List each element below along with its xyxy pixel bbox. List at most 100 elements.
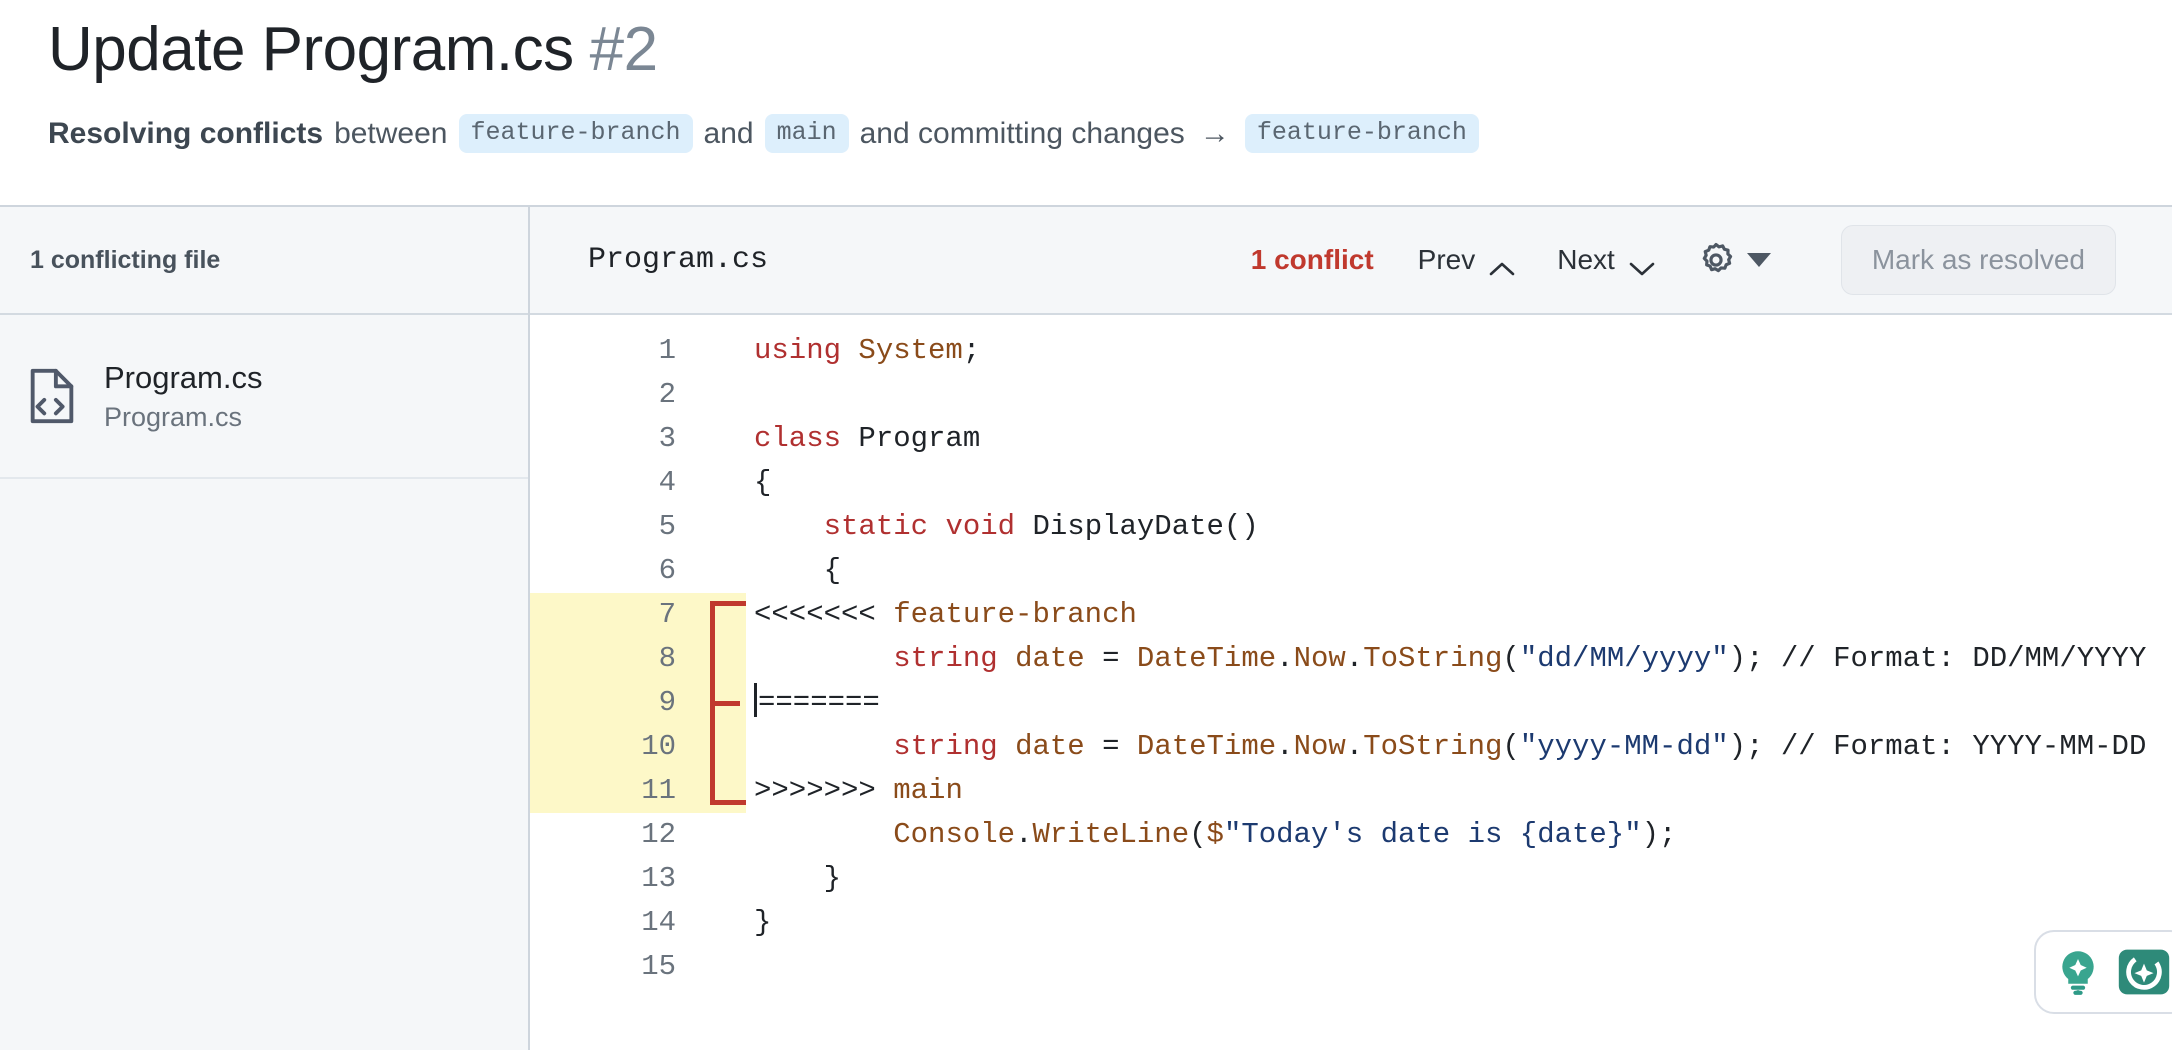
line-number: 10 [530, 725, 700, 769]
file-path-label: Program.cs [104, 401, 243, 432]
subtitle-strong-label: Resolving conflicts [48, 116, 324, 150]
code-line[interactable]: 3 class Program [530, 417, 2172, 461]
code-line-text[interactable]: } [746, 857, 2172, 901]
conflicting-file-count: 1 conflicting file [30, 245, 221, 274]
conflicting-files-sidebar: 1 conflicting file Program.cs Program.cs [0, 207, 530, 1050]
editor-toolbar: Program.cs 1 conflict Prev Next Mark as … [530, 207, 2172, 315]
lightbulb-sparkle-icon[interactable] [2052, 946, 2104, 998]
line-number: 2 [658, 378, 676, 411]
code-line[interactable]: 13 } [530, 857, 2172, 901]
line-number: 13 [641, 862, 676, 895]
code-line-text[interactable]: { [746, 461, 2172, 505]
conflict-subtitle: Resolving conflicts between feature-bran… [48, 114, 2172, 153]
conflict-marker-rail [700, 593, 746, 637]
conflict-marker-rail [700, 769, 746, 813]
subtitle-between-label: between [334, 116, 448, 150]
conflict-marker-rail [700, 681, 746, 725]
code-line-text[interactable]: class Program [746, 417, 2172, 461]
subtitle-tail-label: and committing changes [859, 116, 1185, 150]
code-line-text[interactable]: string date = DateTime.Now.ToString("yyy… [746, 725, 2172, 769]
editor-filename-label: Program.cs [588, 243, 769, 277]
code-editor[interactable]: 1 using System; 2 3 class Program 4{5 static … [530, 315, 2172, 1050]
floating-assistant-widgets[interactable] [2034, 930, 2172, 1014]
body-split: 1 conflicting file Program.cs Program.cs… [0, 207, 2172, 1050]
conflict-marker-rail [700, 945, 746, 989]
file-name-label: Program.cs [104, 359, 263, 395]
page-title: Update Program.cs #2 [48, 14, 2172, 100]
code-line[interactable]: 11 >>>>>>> main [530, 769, 2172, 813]
code-line-text[interactable]: { [746, 549, 2172, 593]
gear-icon [1697, 241, 1735, 279]
conflict-marker-rail [700, 505, 746, 549]
conflict-marker-rail [700, 725, 746, 769]
code-line-text[interactable]: Console.WriteLine($"Today's date is {dat… [746, 813, 2172, 857]
code-line-text[interactable]: } [746, 901, 2172, 945]
next-conflict-label: Next [1557, 244, 1615, 275]
arrow-right-icon: → [1199, 116, 1230, 150]
code-line-text[interactable]: <<<<<<< feature-branch [746, 593, 2172, 637]
line-number: 1 [658, 334, 676, 367]
subtitle-and-label: and [703, 116, 754, 150]
line-number: 9 [530, 681, 700, 725]
conflict-marker-rail [700, 417, 746, 461]
prev-conflict-button[interactable]: Prev [1418, 244, 1516, 276]
caret-down-icon [1746, 253, 1771, 267]
code-line-text[interactable]: static void DisplayDate() [746, 505, 2172, 549]
code-line-text[interactable]: ======= [746, 681, 2172, 725]
conflict-marker-rail [700, 637, 746, 681]
line-number: 4 [658, 466, 676, 499]
conflict-marker-rail [700, 549, 746, 593]
line-number: 5 [658, 510, 676, 543]
line-number: 6 [658, 554, 676, 587]
page-title-text: Update Program.cs [48, 15, 574, 84]
pull-request-number: #2 [589, 15, 658, 84]
code-line[interactable]: 14} [530, 901, 2172, 945]
code-line[interactable]: 15 [530, 945, 2172, 989]
code-line[interactable]: 8 string date = DateTime.Now.ToString("d… [530, 637, 2172, 681]
code-line[interactable]: 4{ [530, 461, 2172, 505]
mark-as-resolved-button[interactable]: Mark as resolved [1840, 225, 2116, 295]
next-conflict-button[interactable]: Next [1557, 244, 1655, 276]
conflict-marker-rail [700, 813, 746, 857]
conflict-marker-rail [700, 461, 746, 505]
page-header: Update Program.cs #2 Resolving conflicts… [0, 0, 2172, 207]
conflict-marker-rail [700, 901, 746, 945]
line-number: 15 [641, 950, 676, 983]
code-line[interactable]: 5 static void DisplayDate() [530, 505, 2172, 549]
code-lines: 1 using System; 2 3 class Program 4{5 static … [530, 329, 2172, 989]
sidebar-header: 1 conflicting file [0, 207, 528, 315]
line-number: 7 [530, 593, 700, 637]
line-number: 12 [641, 818, 676, 851]
toolbar-actions: 1 conflict Prev Next Mark as resolved [1251, 225, 2116, 295]
prev-conflict-label: Prev [1417, 244, 1476, 275]
chevron-down-icon [1629, 252, 1655, 276]
line-number: 8 [530, 637, 700, 681]
code-line[interactable]: 1 using System; [530, 329, 2172, 373]
file-code-icon [26, 367, 78, 425]
line-number: 11 [530, 769, 700, 813]
conflict-marker-rail [700, 857, 746, 901]
conflict-marker-rail [700, 373, 746, 417]
code-line[interactable]: 7 <<<<<<< feature-branch [530, 593, 2172, 637]
sidebar-item-program-cs[interactable]: Program.cs Program.cs [0, 315, 528, 479]
code-line[interactable]: 9 ======= [530, 681, 2172, 725]
code-line-text[interactable]: using System; [746, 329, 2172, 373]
conflict-marker-rail [700, 329, 746, 373]
target-branch-chip[interactable]: main [764, 114, 849, 153]
chevron-up-icon [1489, 252, 1515, 276]
code-line-text[interactable]: >>>>>>> main [746, 769, 2172, 813]
conflict-count-badge: 1 conflict [1250, 244, 1374, 275]
editor-settings-button[interactable] [1697, 241, 1771, 279]
conflict-editor-pane: Program.cs 1 conflict Prev Next Mark as … [530, 207, 2172, 1050]
code-line[interactable]: 10 string date = DateTime.Now.ToString("… [530, 725, 2172, 769]
assistant-circle-icon[interactable] [2116, 944, 2172, 1000]
file-meta: Program.cs Program.cs [104, 360, 262, 433]
code-line[interactable]: 2 [530, 373, 2172, 417]
code-line-text[interactable]: string date = DateTime.Now.ToString("dd/… [746, 637, 2172, 681]
commit-branch-chip[interactable]: feature-branch [1244, 114, 1479, 153]
line-number: 14 [641, 906, 676, 939]
code-line[interactable]: 6 { [530, 549, 2172, 593]
line-number: 3 [658, 422, 676, 455]
code-line[interactable]: 12 Console.WriteLine($"Today's date is {… [530, 813, 2172, 857]
source-branch-chip[interactable]: feature-branch [458, 114, 693, 153]
